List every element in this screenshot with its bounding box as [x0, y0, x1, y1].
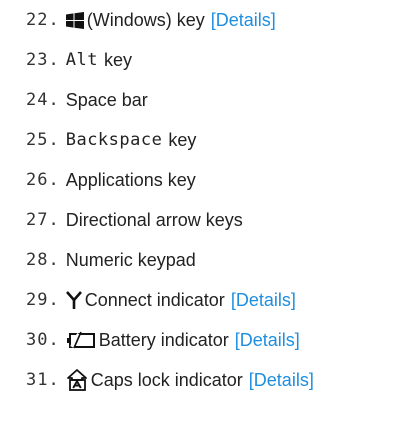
item-number: 29.	[26, 290, 60, 310]
item-number: 23.	[26, 50, 60, 70]
item-label: key	[168, 129, 197, 150]
item-number: 31.	[26, 370, 60, 390]
list-item: 25. Backspace key	[26, 120, 314, 160]
key-name: Backspace	[65, 130, 163, 150]
item-number: 22.	[26, 10, 60, 30]
list-item: 24. Space bar	[26, 80, 314, 120]
item-label: Space bar	[65, 89, 148, 110]
list-item: 26. Applications key	[26, 160, 314, 200]
details-link[interactable]: [Details]	[249, 370, 314, 391]
item-number: 30.	[26, 330, 60, 350]
item-number: 28.	[26, 250, 60, 270]
item-number: 27.	[26, 210, 60, 230]
item-label: (Windows) key	[86, 9, 205, 30]
list-item: 30. Battery indicator [Details]	[26, 320, 314, 360]
item-number: 24.	[26, 90, 60, 110]
battery-icon	[66, 331, 96, 349]
item-label: Caps lock indicator	[90, 369, 243, 390]
list-item: 22. (Windows) key [Details]	[26, 0, 314, 40]
item-label: Directional arrow keys	[65, 209, 243, 230]
details-link[interactable]: [Details]	[235, 330, 300, 351]
details-link[interactable]: [Details]	[231, 290, 296, 311]
item-label: Connect indicator	[84, 289, 225, 310]
item-label: Numeric keypad	[65, 249, 196, 270]
list-item: 23. Alt key	[26, 40, 314, 80]
windows-logo-icon	[65, 11, 84, 29]
key-name: Alt	[65, 50, 98, 70]
caps-lock-icon	[66, 369, 88, 391]
details-link[interactable]: [Details]	[211, 10, 276, 31]
item-number: 25.	[26, 130, 60, 150]
item-label: Applications key	[65, 169, 196, 190]
item-label: key	[103, 49, 132, 70]
item-number: 26.	[26, 170, 60, 190]
key-list: 22. (Windows) key [Details] 23. Alt key …	[26, 0, 314, 400]
list-item: 29. Connect indicator [Details]	[26, 280, 314, 320]
list-item: 31. Caps lock indicator [Details]	[26, 360, 314, 400]
list-item: 28. Numeric keypad	[26, 240, 314, 280]
antenna-icon	[65, 291, 82, 309]
item-label: Battery indicator	[98, 329, 229, 350]
list-item: 27. Directional arrow keys	[26, 200, 314, 240]
